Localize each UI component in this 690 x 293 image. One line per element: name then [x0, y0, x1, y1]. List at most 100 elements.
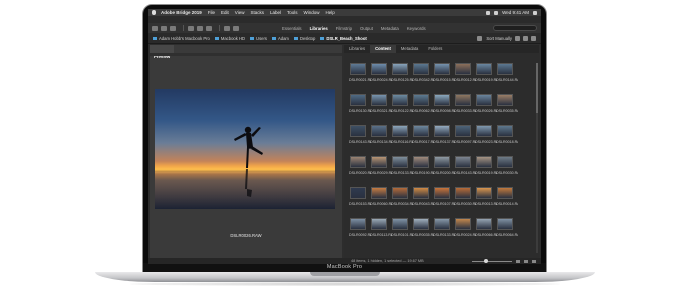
- thumbnail-item[interactable]: DSLR0133.RAW: [391, 156, 413, 184]
- breadcrumb-drive[interactable]: Macbook HD: [214, 36, 245, 41]
- thumbnail-item[interactable]: DSLR0060.RAW: [370, 187, 392, 215]
- thumbnail-item[interactable]: DSLR0137.RAW: [433, 125, 455, 153]
- thumbnail-image[interactable]: [392, 125, 408, 137]
- menubar-clock[interactable]: Wed 9:41 AM: [502, 9, 529, 16]
- thumbnail-image[interactable]: [476, 63, 492, 75]
- thumbnail-item[interactable]: DSLR0030.RAW: [496, 156, 518, 184]
- thumbnail-item[interactable]: DSLR0017.RAW: [412, 125, 434, 153]
- wifi-icon[interactable]: [486, 10, 491, 15]
- thumbnail-item[interactable]: DSLR0012.RAW: [454, 63, 476, 91]
- breadcrumb-desktop[interactable]: Desktop: [293, 36, 315, 41]
- thumbnail-item[interactable]: DSLR0014.RAW: [496, 187, 518, 215]
- thumbnail-item[interactable]: DSLR0021.RAW: [349, 63, 371, 91]
- workspace-output[interactable]: Output: [360, 26, 373, 31]
- back-icon[interactable]: [152, 25, 158, 31]
- thumbnail-image[interactable]: [413, 218, 429, 230]
- thumbnail-image[interactable]: [413, 94, 429, 106]
- app-menu[interactable]: Adobe Bridge 2019: [161, 9, 202, 16]
- thumbnail-image[interactable]: [371, 187, 387, 199]
- thumbnail-image[interactable]: [434, 187, 450, 199]
- thumbnail-item[interactable]: DSLR0134.RAW: [370, 125, 392, 153]
- thumbnail-item[interactable]: DSLR0064.RAW: [496, 218, 518, 246]
- grid-view-icon[interactable]: [516, 259, 520, 263]
- menu-file[interactable]: File: [208, 9, 215, 16]
- menu-view[interactable]: View: [235, 9, 245, 16]
- thumbnail-item[interactable]: DSLR0026.RAW: [475, 94, 497, 122]
- breadcrumb-computer[interactable]: Adam Hobb's Macbook Pro: [153, 36, 210, 41]
- thumbnail-item[interactable]: DSLR0321.RAW: [370, 94, 392, 122]
- refine-icon[interactable]: [197, 25, 203, 31]
- thumbnail-image[interactable]: [476, 218, 492, 230]
- thumbnail-item[interactable]: DSLR0190.RAW: [412, 156, 434, 184]
- thumbnail-item[interactable]: DSLR0130.RAW: [349, 94, 371, 122]
- tab-metadata[interactable]: Metadata: [396, 45, 423, 53]
- thumbnail-image[interactable]: [413, 63, 429, 75]
- thumbnail-item[interactable]: DSLR0013.RAW: [475, 187, 497, 215]
- thumbnail-image[interactable]: [350, 187, 366, 199]
- breadcrumb-adam[interactable]: Adam: [271, 36, 289, 41]
- workspace-metadata[interactable]: Metadata: [381, 26, 399, 31]
- thumbnail-item[interactable]: DSLR0024.RAW: [370, 63, 392, 91]
- thumbnail-item[interactable]: DSLR0024.RAW: [454, 218, 476, 246]
- workspace-libraries[interactable]: Libraries: [310, 26, 328, 31]
- thumbnail-image[interactable]: [455, 63, 471, 75]
- sort-dropdown[interactable]: Sort Manually: [486, 36, 512, 41]
- thumbnail-image[interactable]: [455, 125, 471, 137]
- thumbnail-image[interactable]: [455, 156, 471, 168]
- thumbnail-item[interactable]: DSLR0030.RAW: [454, 187, 476, 215]
- tab-folders[interactable]: Folders: [423, 45, 447, 53]
- thumbnail-image[interactable]: [497, 94, 513, 106]
- menu-window[interactable]: Window: [304, 9, 320, 16]
- thumbnail-image[interactable]: [434, 63, 450, 75]
- thumbnail-image[interactable]: [476, 156, 492, 168]
- workspace-essentials[interactable]: Essentials: [282, 26, 302, 31]
- thumbnail-item[interactable]: DSLR0116.RAW: [391, 125, 413, 153]
- recent-folders-icon[interactable]: [170, 25, 176, 31]
- thumbnail-item[interactable]: DSLR0113.RAW: [370, 218, 392, 246]
- thumbnail-image[interactable]: [392, 63, 408, 75]
- search-input[interactable]: [493, 25, 537, 31]
- thumbnail-item[interactable]: DSLR0143.RAW: [454, 156, 476, 184]
- thumbnail-item[interactable]: DSLR0092.RAW: [349, 218, 371, 246]
- thumbnail-image[interactable]: [392, 187, 408, 199]
- slider-handle[interactable]: [484, 258, 488, 263]
- apple-icon[interactable]: [152, 10, 156, 15]
- thumbnail-item[interactable]: DSLR0098.RAW: [433, 94, 455, 122]
- thumbnail-item[interactable]: DSLR0066.RAW: [475, 218, 497, 246]
- thumbnail-item[interactable]: DSLR0133.RAW: [433, 218, 455, 246]
- thumbnail-image[interactable]: [476, 187, 492, 199]
- workspace-keywords[interactable]: Keywords: [407, 26, 426, 31]
- thumbnail-image[interactable]: [371, 63, 387, 75]
- thumbnail-image[interactable]: [392, 94, 408, 106]
- thumbnail-image[interactable]: [350, 156, 366, 168]
- thumbnail-image[interactable]: [371, 156, 387, 168]
- thumbnail-image[interactable]: [413, 187, 429, 199]
- thumbnail-image[interactable]: [434, 156, 450, 168]
- star-filter-icon[interactable]: [477, 35, 483, 41]
- open-in-camera-raw-icon[interactable]: [206, 25, 212, 31]
- thumbnail-item[interactable]: DSLR0122.RAW: [391, 94, 413, 122]
- content-scrollbar[interactable]: [536, 63, 538, 253]
- new-folder-icon[interactable]: [523, 35, 528, 41]
- thumbnail-image[interactable]: [434, 94, 450, 106]
- thumbnail-item[interactable]: DSLR0034.RAW: [391, 187, 413, 215]
- thumbnail-item[interactable]: DSLR0019.RAW: [475, 156, 497, 184]
- thumbnail-image[interactable]: [497, 187, 513, 199]
- thumbnail-item[interactable]: DSLR0035.RAW: [496, 94, 518, 122]
- thumbnail-image[interactable]: [455, 187, 471, 199]
- thumbnail-image[interactable]: [413, 125, 429, 137]
- thumbnail-image[interactable]: [350, 94, 366, 106]
- scrollbar-thumb[interactable]: [536, 63, 538, 113]
- menu-label[interactable]: Label: [270, 9, 281, 16]
- battery-icon[interactable]: [494, 10, 499, 15]
- thumbnail-image[interactable]: [371, 218, 387, 230]
- thumbnail-image[interactable]: [371, 125, 387, 137]
- thumbnail-item[interactable]: DSLR0200.RAW: [433, 156, 455, 184]
- spotlight-icon[interactable]: [533, 10, 537, 15]
- thumbnail-item[interactable]: DSLR0029.RAW: [370, 156, 392, 184]
- breadcrumb-users[interactable]: Users: [250, 36, 267, 41]
- menu-help[interactable]: Help: [326, 9, 335, 16]
- thumbnail-image[interactable]: [497, 156, 513, 168]
- thumbnail-item[interactable]: DSLR0062.RAW: [412, 94, 434, 122]
- thumbnail-image[interactable]: [392, 218, 408, 230]
